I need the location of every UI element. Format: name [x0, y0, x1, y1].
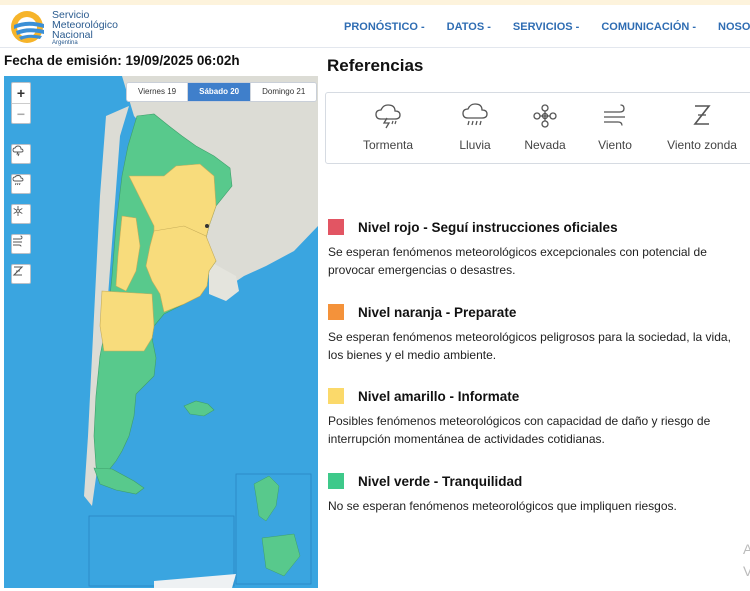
south-inset-frame: [88, 515, 235, 587]
rain-layer-button[interactable]: [11, 174, 31, 194]
level-description: Se esperan fenómenos meteorológicos exce…: [328, 245, 707, 277]
nav-nosotros[interactable]: NOSOTROS: [718, 21, 750, 33]
level-name: Nivel naranja - Preparate: [358, 304, 517, 320]
level-swatch: [328, 304, 344, 320]
logo-line: Argentina: [52, 40, 78, 46]
snow-icon: [13, 206, 23, 216]
antarctica-inset-land: [253, 475, 280, 522]
level-swatch: [328, 473, 344, 489]
rain-icon: [12, 175, 24, 186]
wind-icon: [604, 104, 625, 126]
level-swatch: [328, 388, 344, 404]
zonda-icon: [12, 266, 24, 276]
smn-logo[interactable]: Servicio Meteorológico Nacional Argentin…: [8, 8, 138, 48]
antarctica-coast: [154, 574, 236, 588]
main-nav: PRONÓSTICO - DATOS - SERVICIOS - COMUNIC…: [333, 5, 750, 48]
day-tab-viernes[interactable]: Viernes 19: [127, 83, 188, 101]
day-selector: Viernes 19 Sábado 20 Domingo 21: [126, 82, 318, 102]
yellow-region-patagonia: [99, 290, 155, 352]
snow-layer-button[interactable]: [11, 204, 31, 224]
logo-line: Nacional: [52, 29, 93, 41]
day-tab-domingo[interactable]: Domingo 21: [250, 83, 317, 101]
references-title: Referencias: [327, 56, 424, 75]
ref-viento-zonda: Viento zonda: [666, 103, 738, 152]
ref-viento: Viento: [579, 103, 651, 152]
level-description: Se esperan fenómenos meteorológicos peli…: [328, 330, 731, 362]
corner-char: V: [743, 563, 750, 579]
day-tab-sabado[interactable]: Sábado 20: [187, 83, 251, 101]
ref-tormenta: Tormenta: [352, 103, 424, 152]
nav-comunicacion[interactable]: COMUNICACIÓN -: [601, 21, 696, 33]
level-amarillo: Nivel amarillo - Informate Posibles fenó…: [328, 388, 738, 448]
wind-icon: [13, 235, 23, 247]
corner-watermark: A V: [743, 538, 750, 582]
storm-layer-button[interactable]: [11, 144, 31, 164]
emission-date: Fecha de emisión: 19/09/2025 06:02h: [4, 53, 240, 68]
nav-servicios[interactable]: SERVICIOS -: [513, 21, 579, 33]
snow-icon: [533, 104, 557, 128]
zoom-out-button[interactable]: −: [12, 103, 30, 123]
rain-icon: [462, 103, 488, 126]
ref-label: Nevada: [524, 138, 566, 152]
logo-text: Servicio Meteorológico Nacional Argentin…: [52, 10, 118, 47]
wind-layer-button[interactable]: [11, 234, 31, 254]
ref-label: Viento zonda: [667, 138, 737, 152]
ref-lluvia: Lluvia: [439, 103, 511, 152]
level-name: Nivel rojo - Seguí instrucciones oficial…: [358, 219, 618, 235]
nav-pronostico[interactable]: PRONÓSTICO -: [344, 21, 425, 33]
zoom-in-button[interactable]: +: [12, 83, 30, 103]
alert-map[interactable]: + − Viernes 19 Sábado 20 Domingo 21: [4, 76, 318, 588]
corner-char: A: [743, 541, 750, 557]
storm-icon: [12, 145, 24, 157]
ref-label: Lluvia: [459, 138, 491, 152]
ref-label: Tormenta: [362, 138, 414, 152]
storm-icon: [375, 104, 401, 129]
city-marker: [205, 224, 209, 228]
map-canvas: [84, 76, 318, 588]
level-verde: Nivel verde - Tranquilidad No se esperan…: [328, 473, 738, 515]
ref-nevada: Nevada: [509, 103, 581, 152]
level-name: Nivel verde - Tranquilidad: [358, 473, 523, 489]
smn-logo-icon: [11, 11, 44, 43]
level-name: Nivel amarillo - Informate: [358, 388, 520, 404]
zoom-control: + −: [11, 82, 31, 124]
level-naranja: Nivel naranja - Preparate Se esperan fen…: [328, 304, 738, 364]
level-description: Posibles fenómenos meteorológicos con ca…: [328, 414, 711, 446]
site-header: Servicio Meteorológico Nacional Argentin…: [0, 5, 750, 48]
zonda-layer-button[interactable]: [11, 264, 31, 284]
level-rojo: Nivel rojo - Seguí instrucciones oficial…: [328, 219, 738, 279]
antarctica-inset-sector: [261, 533, 301, 577]
level-swatch: [328, 219, 344, 235]
nav-datos[interactable]: DATOS -: [447, 21, 491, 33]
ref-label: Viento: [598, 138, 632, 152]
level-description: No se esperan fenómenos meteorológicos q…: [328, 499, 677, 513]
tierra-del-fuego: [93, 467, 145, 495]
zonda-icon: [693, 105, 711, 125]
malvinas-islands: [183, 400, 215, 417]
references-box: Tormenta Lluvia Nevada Viento Viento zon…: [325, 92, 750, 164]
